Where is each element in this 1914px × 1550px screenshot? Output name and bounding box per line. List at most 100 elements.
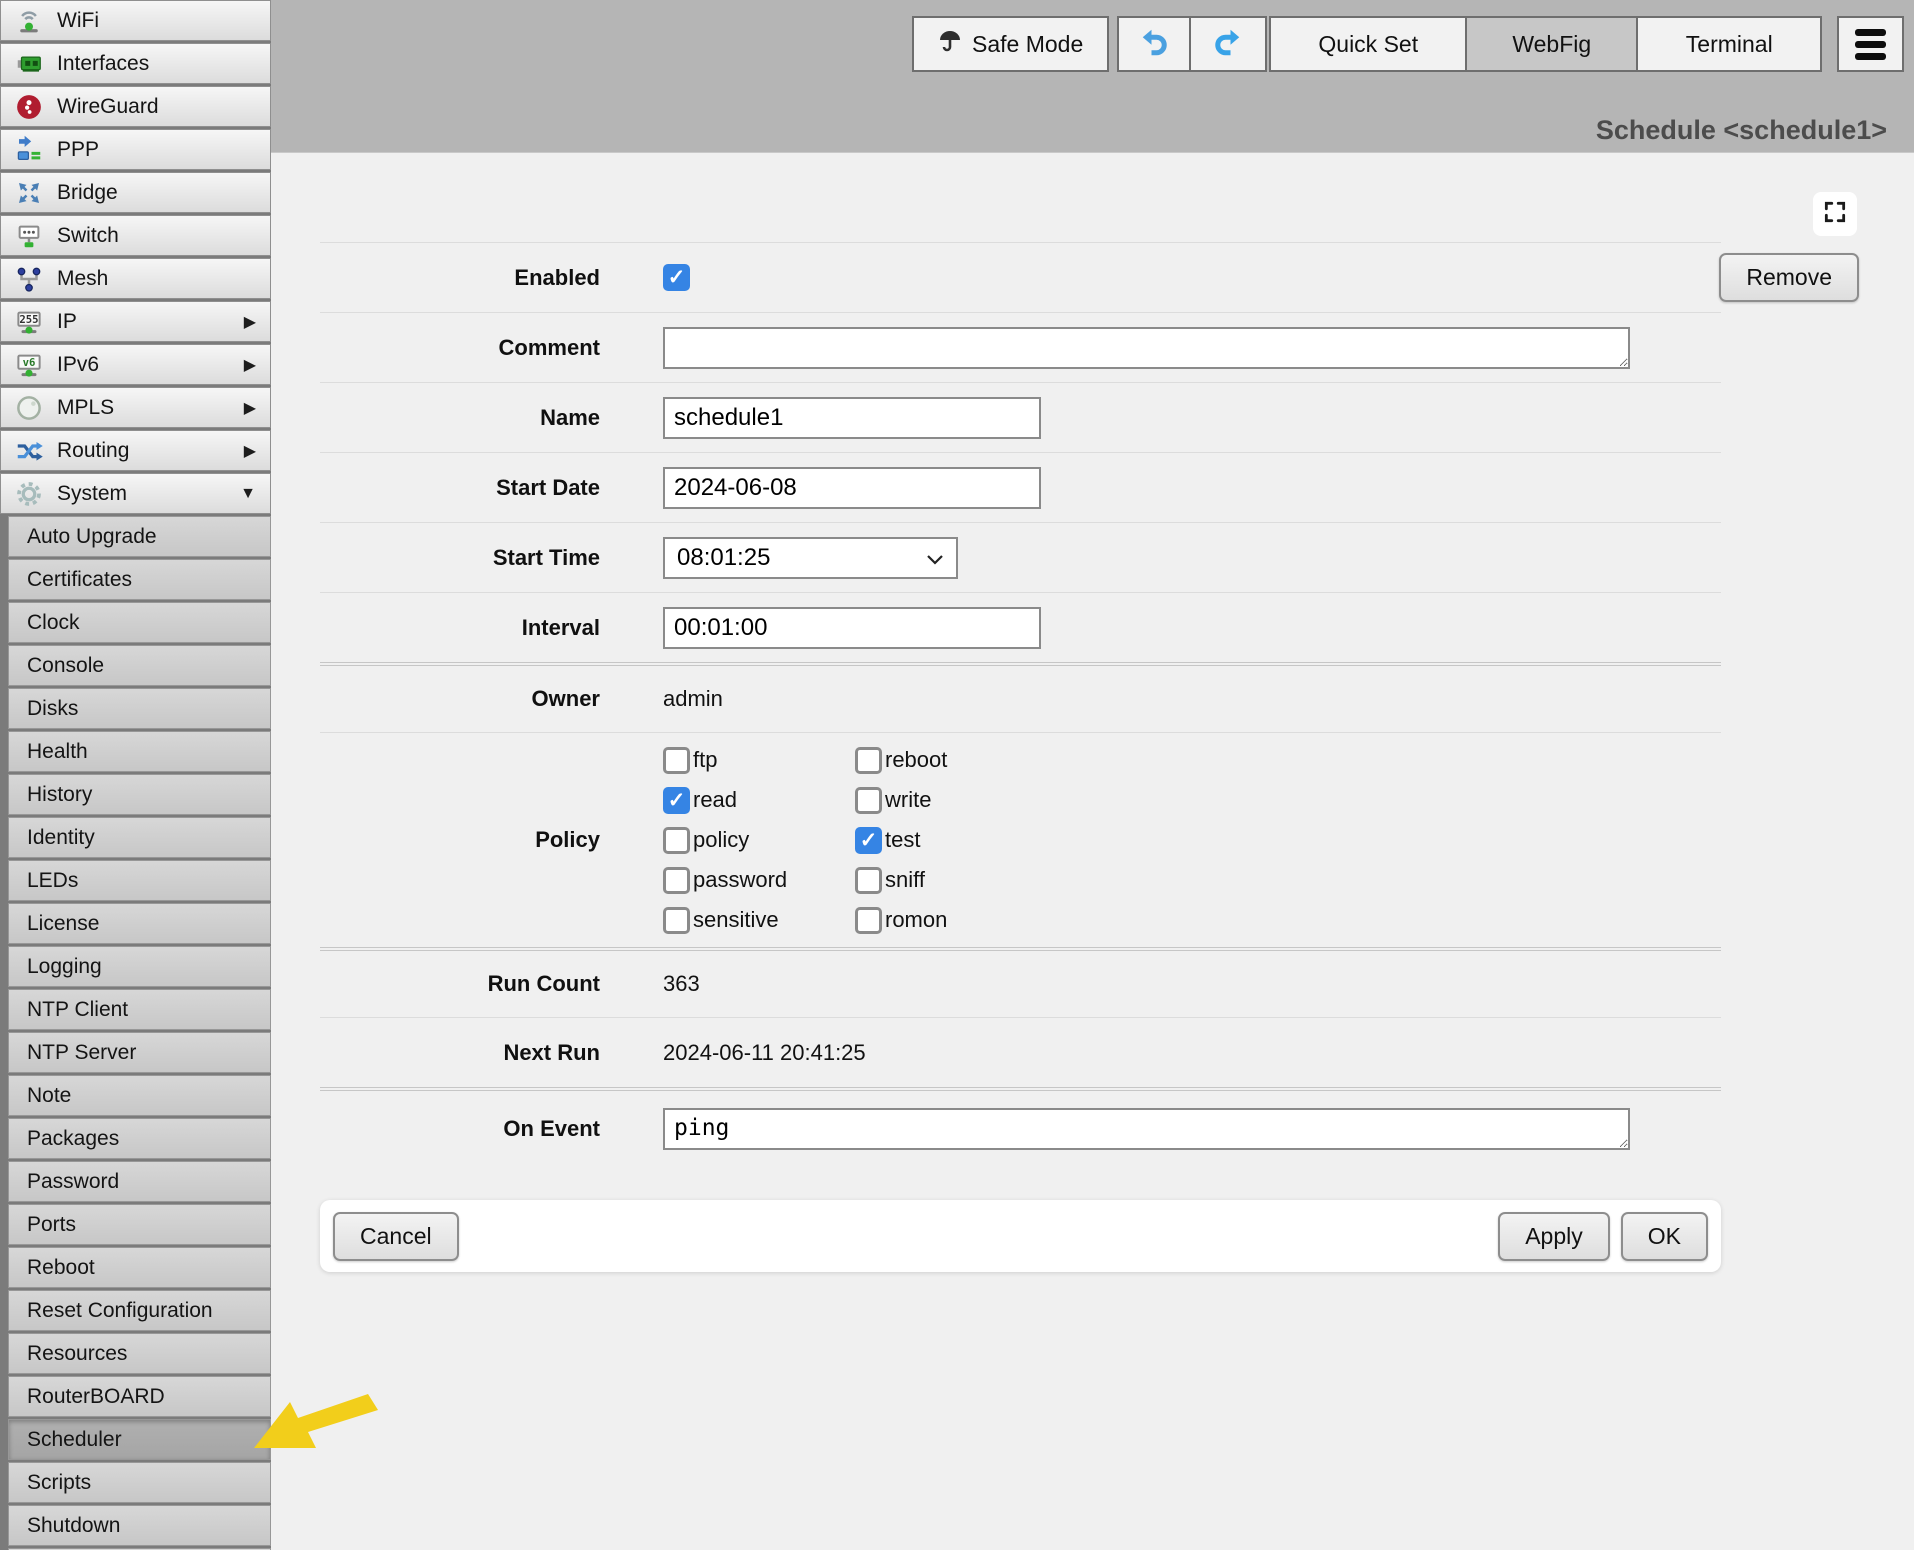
sidebar-item-label: NTP Server: [27, 1041, 136, 1065]
chevron-right-icon: ▶: [244, 355, 258, 375]
name-input[interactable]: [663, 397, 1041, 439]
enabled-checkbox[interactable]: ✓: [663, 264, 690, 291]
sidebar-item-label: Note: [27, 1084, 71, 1108]
sidebar-item-ipv6[interactable]: v6IPv6▶: [0, 344, 271, 385]
safe-mode-button[interactable]: Safe Mode: [914, 18, 1107, 70]
sidebar-item-label: IP: [57, 310, 77, 334]
policy-checkbox-ftp[interactable]: ✓ftp: [663, 747, 855, 774]
policy-checkbox-label: write: [885, 787, 931, 813]
policy-label: Policy: [320, 827, 600, 853]
sidebar-item-label: LEDs: [27, 869, 78, 893]
sidebar-item-resources[interactable]: Resources: [8, 1333, 271, 1374]
sidebar-item-history[interactable]: History: [8, 774, 271, 815]
umbrella-icon: [938, 28, 962, 60]
sidebar-item-wireguard[interactable]: WireGuard: [0, 86, 271, 127]
remove-button[interactable]: Remove: [1719, 253, 1859, 302]
toolbar: Safe Mode Quick Set WebFig Terminal: [912, 16, 1904, 72]
ppp-icon: [13, 134, 45, 166]
sidebar-item-packages[interactable]: Packages: [8, 1118, 271, 1159]
policy-checkbox-sniff[interactable]: ✓sniff: [855, 867, 1047, 894]
sidebar-item-health[interactable]: Health: [8, 731, 271, 772]
policy-checkbox-sensitive[interactable]: ✓sensitive: [663, 907, 855, 934]
comment-row: Comment: [320, 312, 1721, 382]
undo-icon: [1139, 25, 1169, 63]
policy-checkbox-label: ftp: [693, 747, 717, 773]
sidebar-item-reboot[interactable]: Reboot: [8, 1247, 271, 1288]
start-date-label: Start Date: [320, 475, 600, 501]
bridge-icon: [13, 177, 45, 209]
apply-button[interactable]: Apply: [1498, 1212, 1610, 1261]
checkbox-unchecked-icon: ✓: [855, 907, 882, 934]
sidebar-item-label: Mesh: [57, 267, 108, 291]
interval-label: Interval: [320, 615, 600, 641]
sidebar-item-note[interactable]: Note: [8, 1075, 271, 1116]
chevron-down-icon: ▼: [240, 485, 258, 503]
sidebar-item-routing[interactable]: Routing▶: [0, 430, 271, 471]
tab-terminal[interactable]: Terminal: [1636, 18, 1820, 70]
schedule-form: Enabled ✓ Comment Name Start Date Start …: [320, 242, 1721, 1272]
sidebar-item-mesh[interactable]: Mesh: [0, 258, 271, 299]
sidebar-item-routerboard[interactable]: RouterBOARD: [8, 1376, 271, 1417]
policy-checkbox-write[interactable]: ✓write: [855, 787, 1047, 814]
sidebar-item-reset-configuration[interactable]: Reset Configuration: [8, 1290, 271, 1331]
comment-input[interactable]: [663, 327, 1630, 369]
sidebar-item-system[interactable]: System▼: [0, 473, 271, 514]
policy-checkbox-password[interactable]: ✓password: [663, 867, 855, 894]
policy-checkbox-policy[interactable]: ✓policy: [663, 827, 855, 854]
policy-checkbox-label: reboot: [885, 747, 947, 773]
tab-webfig[interactable]: WebFig: [1465, 18, 1636, 70]
sidebar-item-console[interactable]: Console: [8, 645, 271, 686]
sidebar-item-ppp[interactable]: PPP: [0, 129, 271, 170]
chevron-down-icon: [926, 544, 944, 572]
policy-checkbox-read[interactable]: ✓read: [663, 787, 855, 814]
sidebar-item-bridge[interactable]: Bridge: [0, 172, 271, 213]
sidebar-item-ip[interactable]: 255IP▶: [0, 301, 271, 342]
policy-checkbox-romon[interactable]: ✓romon: [855, 907, 1047, 934]
sidebar-item-wifi[interactable]: WiFi: [0, 0, 271, 41]
interval-row: Interval: [320, 592, 1721, 662]
ok-button[interactable]: OK: [1621, 1212, 1708, 1261]
sidebar-item-password[interactable]: Password: [8, 1161, 271, 1202]
sidebar-item-license[interactable]: License: [8, 903, 271, 944]
policy-checkbox-reboot[interactable]: ✓reboot: [855, 747, 1047, 774]
sidebar-item-ntp-client[interactable]: NTP Client: [8, 989, 271, 1030]
menu-icon[interactable]: [1839, 18, 1902, 70]
chevron-right-icon: ▶: [244, 398, 258, 418]
redo-button[interactable]: [1189, 18, 1265, 70]
tab-quick-set[interactable]: Quick Set: [1271, 18, 1465, 70]
svg-text:255: 255: [19, 313, 38, 326]
sidebar-item-label: Password: [27, 1170, 119, 1194]
sidebar-item-identity[interactable]: Identity: [8, 817, 271, 858]
sidebar-item-leds[interactable]: LEDs: [8, 860, 271, 901]
sidebar: WiFiInterfacesWireGuard PPP Bridge Switch Me…: [0, 0, 271, 1550]
mesh-icon: [13, 263, 45, 295]
start-date-input[interactable]: [663, 467, 1041, 509]
sidebar-item-auto-upgrade[interactable]: Auto Upgrade: [8, 516, 271, 557]
wifi-icon: [13, 5, 45, 37]
interval-input[interactable]: [663, 607, 1041, 649]
sidebar-item-label: PPP: [57, 138, 99, 162]
sidebar-item-switch[interactable]: Switch: [0, 215, 271, 256]
start-time-select[interactable]: 08:01:25: [663, 537, 958, 579]
sidebar-item-label: Switch: [57, 224, 119, 248]
sidebar-item-logging[interactable]: Logging: [8, 946, 271, 987]
sidebar-item-mpls[interactable]: MPLS▶: [0, 387, 271, 428]
sidebar-item-scheduler[interactable]: Scheduler: [8, 1419, 271, 1460]
run-count-row: Run Count 363: [320, 947, 1721, 1017]
on-event-input[interactable]: [663, 1108, 1630, 1150]
sidebar-item-shutdown[interactable]: Shutdown: [8, 1505, 271, 1546]
fullscreen-button[interactable]: [1813, 192, 1857, 236]
policy-checkbox-test[interactable]: ✓test: [855, 827, 1047, 854]
cancel-button[interactable]: Cancel: [333, 1212, 459, 1261]
sidebar-item-scripts[interactable]: Scripts: [8, 1462, 271, 1503]
sidebar-item-ntp-server[interactable]: NTP Server: [8, 1032, 271, 1073]
sidebar-item-disks[interactable]: Disks: [8, 688, 271, 729]
system-icon: [13, 478, 45, 510]
sidebar-item-ports[interactable]: Ports: [8, 1204, 271, 1245]
undo-button[interactable]: [1119, 18, 1189, 70]
sidebar-item-certificates[interactable]: Certificates: [8, 559, 271, 600]
sidebar-item-interfaces[interactable]: Interfaces: [0, 43, 271, 84]
redo-icon: [1213, 25, 1243, 63]
sidebar-item-clock[interactable]: Clock: [8, 602, 271, 643]
routing-icon: [13, 435, 45, 467]
